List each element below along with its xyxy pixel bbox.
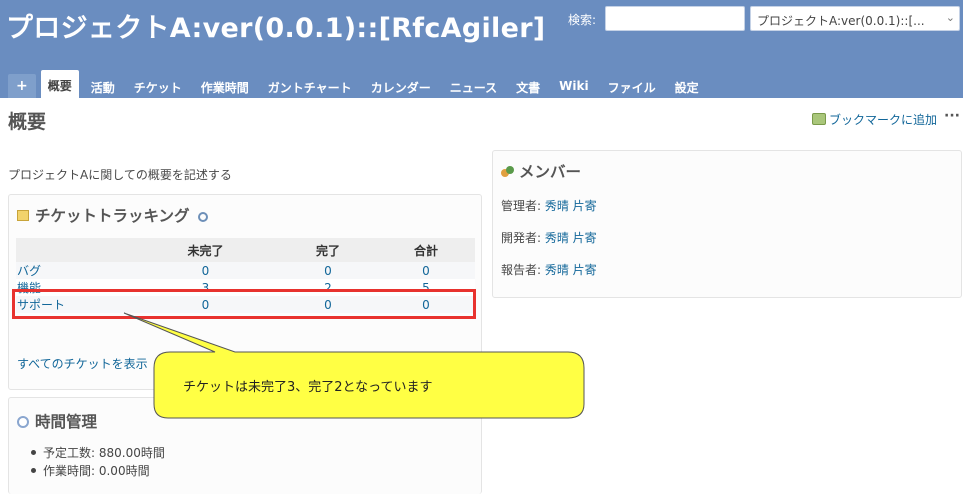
callout-shape xyxy=(123,312,585,419)
callout-bubble xyxy=(123,312,585,419)
callout-text: チケットは未完了3、完了2となっています xyxy=(183,380,433,395)
